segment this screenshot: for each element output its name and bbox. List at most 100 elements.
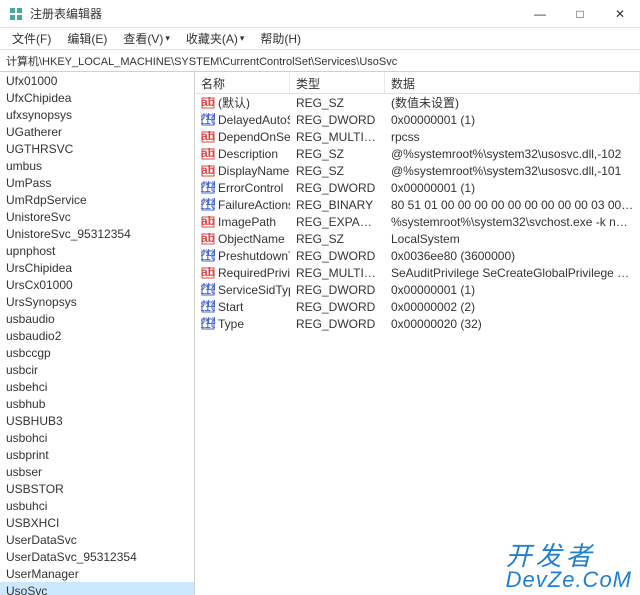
- column-name[interactable]: 名称: [195, 72, 290, 93]
- menu-favorites[interactable]: 收藏夹(A)▾: [178, 28, 253, 49]
- string-value-icon: ab: [201, 130, 215, 144]
- tree-item-userdatasvc_95312354[interactable]: UserDataSvc_95312354: [0, 548, 194, 565]
- window-title: 注册表编辑器: [30, 5, 520, 22]
- value-type: REG_DWORD: [290, 181, 385, 195]
- tree-item-urssynopsys[interactable]: UrsSynopsys: [0, 293, 194, 310]
- tree-item-label: usbaudio: [6, 312, 55, 326]
- list-header: 名称 类型 数据: [195, 72, 640, 94]
- tree-item-usbstor[interactable]: USBSTOR: [0, 480, 194, 497]
- value-row[interactable]: abDependOnSer...REG_MULTI_SZrpcss: [195, 128, 640, 145]
- menu-file[interactable]: 文件(F): [4, 28, 59, 49]
- values-panel[interactable]: 名称 类型 数据 ab(默认)REG_SZ(数值未设置)011110Delaye…: [195, 72, 640, 595]
- tree-item-ufxsynopsys[interactable]: ufxsynopsys: [0, 106, 194, 123]
- value-row[interactable]: 011110PreshutdownTi...REG_DWORD0x0036ee8…: [195, 247, 640, 264]
- value-data: 0x00000020 (32): [385, 317, 640, 331]
- tree-item-usbcir[interactable]: usbcir: [0, 361, 194, 378]
- tree-item-usbaudio2[interactable]: usbaudio2: [0, 327, 194, 344]
- value-row[interactable]: 011110ErrorControlREG_DWORD0x00000001 (1…: [195, 179, 640, 196]
- tree-item-usbccgp[interactable]: usbccgp: [0, 344, 194, 361]
- tree-item-usermanager[interactable]: UserManager: [0, 565, 194, 582]
- svg-text:110: 110: [201, 300, 215, 314]
- svg-text:110: 110: [201, 198, 215, 212]
- tree-item-usbaudio[interactable]: usbaudio: [0, 310, 194, 327]
- tree-item-ugthrsvc[interactable]: UGTHRSVC: [0, 140, 194, 157]
- minimize-button[interactable]: —: [520, 0, 560, 28]
- tree-item-umpass[interactable]: UmPass: [0, 174, 194, 191]
- value-data: 0x0036ee80 (3600000): [385, 249, 640, 263]
- close-button[interactable]: ✕: [600, 0, 640, 28]
- maximize-button[interactable]: □: [560, 0, 600, 28]
- value-row[interactable]: ab(默认)REG_SZ(数值未设置): [195, 94, 640, 111]
- value-row[interactable]: abDescriptionREG_SZ@%systemroot%\system3…: [195, 145, 640, 162]
- value-name: ObjectName: [218, 232, 285, 246]
- svg-text:110: 110: [201, 317, 215, 331]
- value-row[interactable]: abDisplayNameREG_SZ@%systemroot%\system3…: [195, 162, 640, 179]
- tree-item-usbohci[interactable]: usbohci: [0, 429, 194, 446]
- value-row[interactable]: 011110ServiceSidTypeREG_DWORD0x00000001 …: [195, 281, 640, 298]
- value-type: REG_DWORD: [290, 283, 385, 297]
- tree-item-urscx01000[interactable]: UrsCx01000: [0, 276, 194, 293]
- tree-item-umrdpservice[interactable]: UmRdpService: [0, 191, 194, 208]
- value-row[interactable]: 011110TypeREG_DWORD0x00000020 (32): [195, 315, 640, 332]
- column-type[interactable]: 类型: [290, 72, 385, 93]
- tree-item-usbehci[interactable]: usbehci: [0, 378, 194, 395]
- value-row[interactable]: 011110FailureActionsREG_BINARY80 51 01 0…: [195, 196, 640, 213]
- tree-item-upnphost[interactable]: upnphost: [0, 242, 194, 259]
- binary-value-icon: 011110: [201, 317, 215, 331]
- tree-item-unistoresvc[interactable]: UnistoreSvc: [0, 208, 194, 225]
- value-data: 0x00000001 (1): [385, 113, 640, 127]
- tree-item-usbxhci[interactable]: USBXHCI: [0, 514, 194, 531]
- menu-view[interactable]: 查看(V)▾: [115, 28, 178, 49]
- string-value-icon: ab: [201, 147, 215, 161]
- value-row[interactable]: abObjectNameREG_SZLocalSystem: [195, 230, 640, 247]
- value-data: @%systemroot%\system32\usosvc.dll,-102: [385, 147, 640, 161]
- tree-item-unistoresvc_95312354[interactable]: UnistoreSvc_95312354: [0, 225, 194, 242]
- binary-value-icon: 011110: [201, 113, 215, 127]
- value-data: rpcss: [385, 130, 640, 144]
- window-controls: — □ ✕: [520, 0, 640, 28]
- tree-item-ugatherer[interactable]: UGatherer: [0, 123, 194, 140]
- column-data[interactable]: 数据: [385, 72, 640, 93]
- tree-item-ufx01000[interactable]: Ufx01000: [0, 72, 194, 89]
- value-row[interactable]: 011110StartREG_DWORD0x00000002 (2): [195, 298, 640, 315]
- tree-item-label: UrsCx01000: [6, 278, 73, 292]
- svg-text:110: 110: [201, 113, 215, 127]
- tree-item-usosvc[interactable]: UsoSvc: [0, 582, 194, 595]
- value-type: REG_MULTI_SZ: [290, 130, 385, 144]
- tree-item-usbhub3[interactable]: USBHUB3: [0, 412, 194, 429]
- value-row[interactable]: abImagePathREG_EXPAND_SZ%systemroot%\sys…: [195, 213, 640, 230]
- svg-text:110: 110: [201, 283, 215, 297]
- tree-item-usbhub[interactable]: usbhub: [0, 395, 194, 412]
- tree-item-label: usbhub: [6, 397, 45, 411]
- tree-item-usbser[interactable]: usbser: [0, 463, 194, 480]
- value-row[interactable]: abRequiredPrivile...REG_MULTI_SZSeAuditP…: [195, 264, 640, 281]
- chevron-down-icon: ▾: [165, 33, 170, 44]
- value-row[interactable]: 011110DelayedAutoSt...REG_DWORD0x0000000…: [195, 111, 640, 128]
- tree-item-ufxchipidea[interactable]: UfxChipidea: [0, 89, 194, 106]
- content-area: Ufx01000UfxChipideaufxsynopsysUGathererU…: [0, 72, 640, 595]
- tree-item-userdatasvc[interactable]: UserDataSvc: [0, 531, 194, 548]
- tree-panel[interactable]: Ufx01000UfxChipideaufxsynopsysUGathererU…: [0, 72, 195, 595]
- value-data: (数值未设置): [385, 94, 640, 111]
- tree-item-label: usbser: [6, 465, 42, 479]
- svg-text:ab: ab: [201, 266, 215, 279]
- string-value-icon: ab: [201, 215, 215, 229]
- tree-item-label: USBSTOR: [6, 482, 64, 496]
- address-bar[interactable]: 计算机\HKEY_LOCAL_MACHINE\SYSTEM\CurrentCon…: [0, 50, 640, 72]
- tree-item-urschipidea[interactable]: UrsChipidea: [0, 259, 194, 276]
- tree-item-usbprint[interactable]: usbprint: [0, 446, 194, 463]
- value-name: PreshutdownTi...: [218, 249, 290, 263]
- tree-item-umbus[interactable]: umbus: [0, 157, 194, 174]
- tree-item-label: USBXHCI: [6, 516, 59, 530]
- menu-help[interactable]: 帮助(H): [252, 28, 309, 49]
- value-data: 80 51 01 00 00 00 00 00 00 00 00 00 03 0…: [385, 198, 640, 212]
- tree-item-label: usbuhci: [6, 499, 47, 513]
- menu-edit[interactable]: 编辑(E): [59, 28, 115, 49]
- binary-value-icon: 011110: [201, 249, 215, 263]
- value-name: DependOnSer...: [218, 130, 290, 144]
- tree-item-label: UnistoreSvc: [6, 210, 71, 224]
- svg-text:ab: ab: [201, 164, 215, 177]
- value-name: ServiceSidType: [218, 283, 290, 297]
- tree-item-usbuhci[interactable]: usbuhci: [0, 497, 194, 514]
- binary-value-icon: 011110: [201, 181, 215, 195]
